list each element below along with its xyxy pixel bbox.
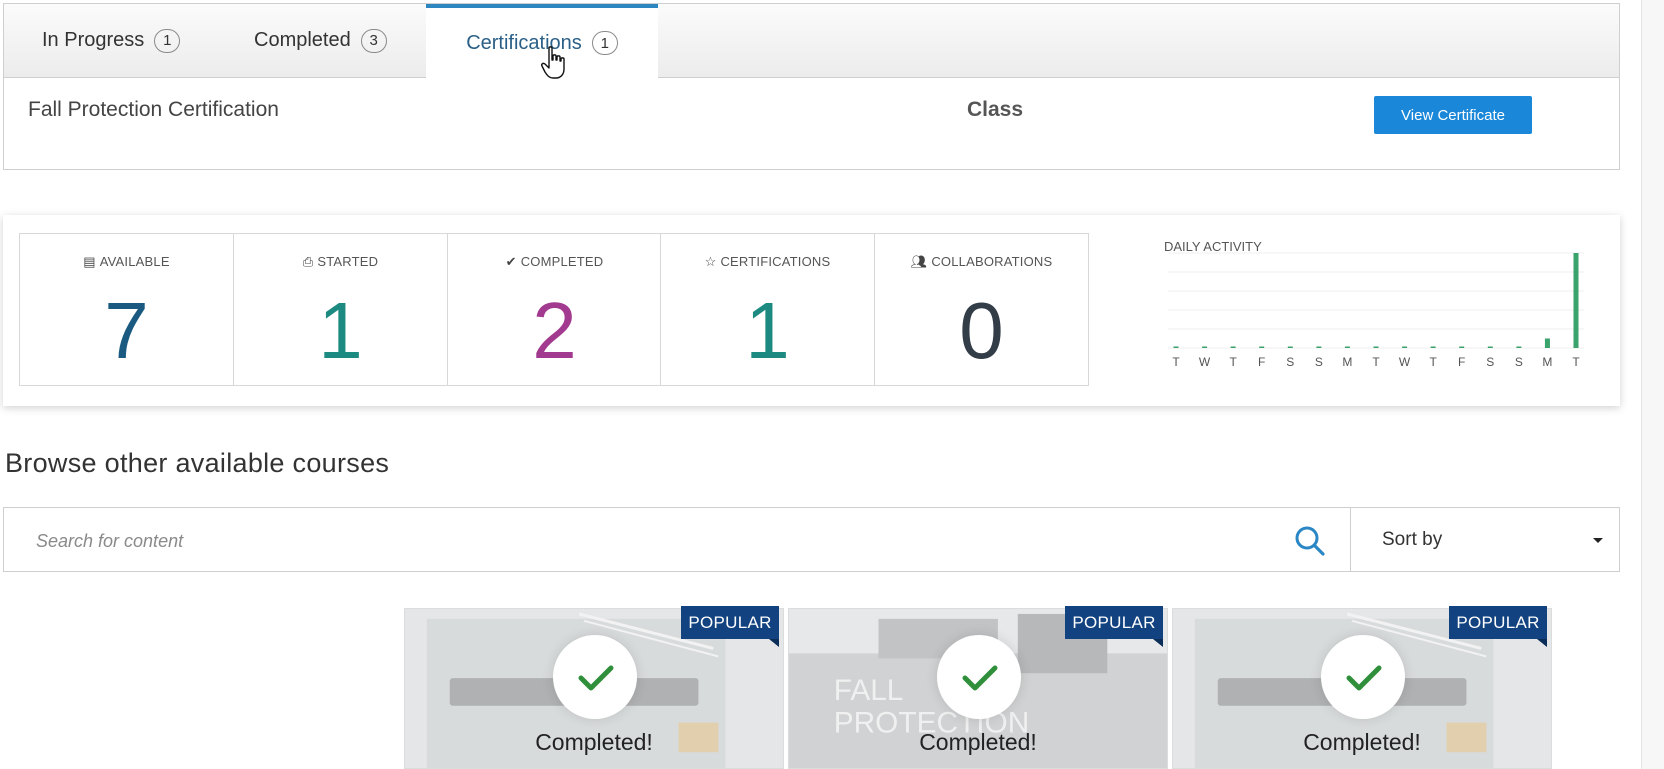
day-tick-label: M	[1542, 355, 1552, 369]
stat-card-completed: ✔ COMPLETED 2	[447, 233, 662, 386]
daily-activity-chart: DAILY ACTIVITY TWTFSSMTWTFSSMT	[1158, 223, 1603, 393]
day-tick-label: T	[1429, 355, 1437, 369]
learning-tabs-panel: In Progress 1 Completed 3 Certifications…	[3, 3, 1620, 170]
users-icon: 👥︎	[910, 254, 928, 269]
activity-bar	[1487, 346, 1493, 348]
day-tick-label: S	[1515, 355, 1523, 369]
popular-badge: POPULAR	[1449, 606, 1547, 639]
search-box	[3, 507, 1351, 572]
stat-label-row: ⎙ STARTED	[234, 254, 447, 270]
day-tick-label: T	[1372, 355, 1380, 369]
activity-bar	[1459, 346, 1465, 348]
day-tick-label: T	[1229, 355, 1237, 369]
popular-badge: POPULAR	[681, 606, 779, 639]
tab-count-badge: 1	[591, 31, 618, 55]
star-icon: ☆	[704, 254, 717, 269]
check-icon: ✔	[505, 254, 517, 269]
tab-in-progress[interactable]: In Progress 1	[42, 4, 181, 77]
day-tick-label: M	[1342, 355, 1352, 369]
day-tick-label: S	[1486, 355, 1494, 369]
tab-count-badge: 3	[360, 28, 387, 53]
search-icon[interactable]	[1292, 523, 1328, 559]
day-tick-label: T	[1172, 355, 1180, 369]
stat-label: CERTIFICATIONS	[720, 254, 831, 269]
completed-check-icon	[1321, 635, 1405, 719]
completed-status: Completed!	[535, 729, 653, 755]
day-tick-label: W	[1199, 355, 1211, 369]
certification-type: Class	[967, 98, 1024, 121]
stat-label: COMPLETED	[520, 254, 604, 269]
activity-bar	[1430, 346, 1436, 348]
activity-bar	[1344, 346, 1350, 348]
daily-activity-svg: TWTFSSMTWTFSSMT	[1168, 252, 1584, 369]
completed-status: Completed!	[919, 729, 1037, 755]
day-tick-label: T	[1572, 355, 1580, 369]
popular-badge: POPULAR	[1065, 606, 1163, 639]
activity-bar	[1516, 346, 1522, 348]
stat-label-row: 👥︎ COLLABORATIONS	[875, 254, 1088, 270]
sort-label: Sort by	[1382, 529, 1443, 550]
catalog-icon: ▤	[83, 254, 96, 269]
completed-check-icon	[937, 635, 1021, 719]
activity-bar	[1259, 346, 1265, 348]
activity-bar	[1173, 346, 1179, 348]
stat-label-row: ✔ COMPLETED	[448, 254, 661, 270]
stat-label: STARTED	[317, 254, 379, 269]
day-tick-label: S	[1315, 355, 1323, 369]
badge-fold	[1537, 639, 1547, 647]
stat-value: 0	[959, 286, 1004, 375]
tab-completed[interactable]: Completed 3	[254, 4, 387, 77]
hand-cursor-icon	[541, 46, 565, 79]
stat-label: AVAILABLE	[99, 254, 170, 269]
stat-card-certifications: ☆ CERTIFICATIONS 1	[660, 233, 875, 386]
view-certificate-button[interactable]: View Certificate	[1374, 96, 1532, 134]
stat-card-collaborations: 👥︎ COLLABORATIONS 0	[874, 233, 1089, 386]
day-tick-label: S	[1286, 355, 1294, 369]
stat-value: 7	[104, 286, 149, 375]
stat-card-started: ⎙ STARTED 1	[233, 233, 448, 386]
sort-dropdown[interactable]: Sort by	[1350, 507, 1620, 572]
stat-label-row: ☆ CERTIFICATIONS	[661, 254, 874, 270]
badge-fold	[769, 639, 779, 647]
day-tick-label: F	[1458, 355, 1465, 369]
activity-bar	[1316, 346, 1322, 348]
search-input[interactable]	[34, 524, 1268, 558]
badge-fold	[1153, 639, 1163, 647]
certification-row: Fall Protection Certification Class View…	[4, 78, 1619, 170]
stat-card-available: ▤ AVAILABLE 7	[19, 233, 234, 386]
activity-bar	[1573, 253, 1579, 348]
completed-status: Completed!	[1303, 729, 1421, 755]
activity-bar	[1202, 346, 1208, 348]
stat-value: 1	[745, 286, 790, 375]
tab-label: Completed	[254, 29, 351, 51]
page-scrollbar[interactable]	[1641, 0, 1664, 769]
activity-bar	[1544, 338, 1550, 348]
day-tick-label: W	[1399, 355, 1411, 369]
stat-value: 1	[318, 286, 363, 375]
activity-bar	[1230, 346, 1236, 348]
completed-check-icon	[553, 635, 637, 719]
activity-bar	[1402, 346, 1408, 348]
tab-bar: In Progress 1 Completed 3 Certifications…	[4, 4, 1619, 78]
caret-down-icon	[1593, 538, 1603, 543]
activity-bar	[1373, 346, 1379, 348]
tab-label: In Progress	[42, 29, 145, 51]
stat-label-row: ▤ AVAILABLE	[20, 254, 233, 270]
day-tick-label: F	[1258, 355, 1265, 369]
stat-label: COLLABORATIONS	[931, 254, 1053, 269]
browse-title: Browse other available courses	[5, 448, 390, 478]
activity-bar	[1287, 346, 1293, 348]
tab-count-badge: 1	[154, 28, 181, 53]
stats-panel: ▤ AVAILABLE 7 ⎙ STARTED 1 ✔ COMPLETED 2 ☆ CE…	[3, 215, 1620, 406]
certification-name: Fall Protection Certification	[28, 98, 279, 121]
inbox-icon: ⎙	[302, 254, 314, 269]
stat-value: 2	[532, 286, 577, 375]
